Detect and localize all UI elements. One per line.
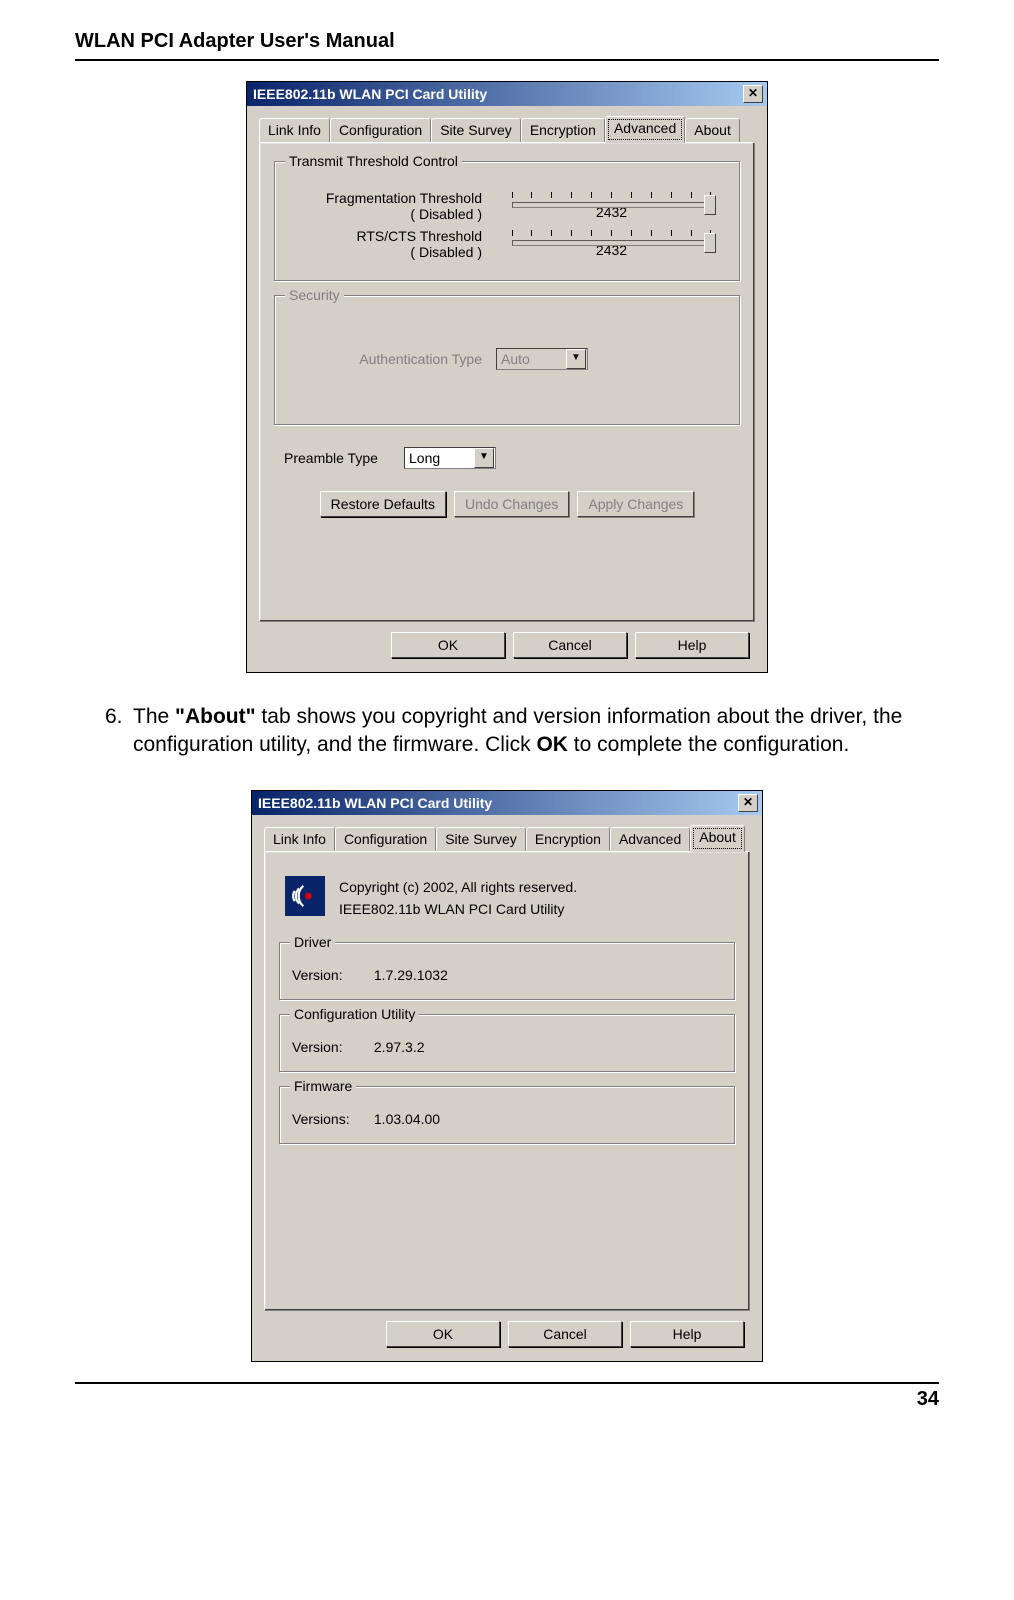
driver-group: Driver Version: 1.7.29.1032 — [279, 942, 735, 1000]
driver-version-label: Version: — [292, 967, 370, 983]
footer-rule — [75, 1382, 939, 1384]
tab-advanced[interactable]: Advanced — [610, 827, 690, 854]
cancel-button[interactable]: Cancel — [508, 1321, 622, 1347]
config-version-value: 2.97.3.2 — [374, 1039, 425, 1055]
security-group: Security Authentication Type Auto ▼ — [274, 295, 740, 425]
config-group-label: Configuration Utility — [290, 1006, 419, 1022]
about-dialog: IEEE802.11b WLAN PCI Card Utility ✕ Link… — [251, 790, 763, 1362]
tab-advanced[interactable]: Advanced — [605, 116, 685, 143]
close-icon[interactable]: ✕ — [738, 794, 758, 812]
slider-thumb-icon[interactable] — [704, 195, 716, 215]
tab-encryption[interactable]: Encryption — [521, 118, 605, 145]
fragmentation-label: Fragmentation Threshold ( Disabled ) — [287, 190, 496, 222]
dialog-title: IEEE802.11b WLAN PCI Card Utility — [253, 86, 487, 102]
slider-thumb-icon[interactable] — [704, 233, 716, 253]
rts-label: RTS/CTS Threshold ( Disabled ) — [287, 228, 496, 260]
page-number: 34 — [75, 1388, 939, 1431]
firmware-group-label: Firmware — [290, 1078, 356, 1094]
tab-configuration[interactable]: Configuration — [335, 827, 436, 854]
undo-changes-button: Undo Changes — [454, 491, 569, 517]
titlebar: IEEE802.11b WLAN PCI Card Utility ✕ — [252, 791, 762, 815]
ok-button[interactable]: OK — [386, 1321, 500, 1347]
tab-site-survey[interactable]: Site Survey — [431, 118, 521, 145]
firmware-group: Firmware Versions: 1.03.04.00 — [279, 1086, 735, 1144]
header-rule — [75, 59, 939, 61]
driver-group-label: Driver — [290, 934, 335, 950]
ok-button[interactable]: OK — [391, 632, 505, 658]
tab-about[interactable]: About — [690, 825, 745, 852]
fragmentation-slider[interactable] — [512, 192, 712, 200]
tabs: Link Info Configuration Site Survey Encr… — [264, 825, 750, 852]
tab-link-info[interactable]: Link Info — [259, 118, 330, 145]
restore-defaults-button[interactable]: Restore Defaults — [320, 491, 446, 517]
transmit-group-label: Transmit Threshold Control — [285, 153, 462, 169]
firmware-version-value: 1.03.04.00 — [374, 1111, 440, 1127]
help-button[interactable]: Help — [630, 1321, 744, 1347]
tab-about[interactable]: About — [685, 118, 740, 145]
apply-changes-button: Apply Changes — [577, 491, 694, 517]
firmware-version-label: Versions: — [292, 1111, 370, 1127]
help-button[interactable]: Help — [635, 632, 749, 658]
auth-type-label: Authentication Type — [287, 351, 496, 367]
preamble-label: Preamble Type — [274, 450, 404, 466]
chevron-down-icon: ▼ — [566, 349, 586, 369]
driver-version-value: 1.7.29.1032 — [374, 967, 448, 983]
tab-encryption[interactable]: Encryption — [526, 827, 610, 854]
security-group-label: Security — [285, 287, 344, 303]
tab-site-survey[interactable]: Site Survey — [436, 827, 526, 854]
app-name-text: IEEE802.11b WLAN PCI Card Utility — [339, 898, 577, 920]
tab-link-info[interactable]: Link Info — [264, 827, 335, 854]
titlebar: IEEE802.11b WLAN PCI Card Utility ✕ — [247, 82, 767, 106]
cancel-button[interactable]: Cancel — [513, 632, 627, 658]
config-version-label: Version: — [292, 1039, 370, 1055]
tabs: Link Info Configuration Site Survey Encr… — [259, 116, 755, 143]
dialog-title: IEEE802.11b WLAN PCI Card Utility — [258, 795, 492, 811]
app-icon — [285, 876, 325, 916]
advanced-dialog: IEEE802.11b WLAN PCI Card Utility ✕ Link… — [246, 81, 768, 673]
tab-configuration[interactable]: Configuration — [330, 118, 431, 145]
preamble-select[interactable]: Long ▼ — [404, 447, 496, 469]
rts-slider[interactable] — [512, 230, 712, 238]
config-utility-group: Configuration Utility Version: 2.97.3.2 — [279, 1014, 735, 1072]
transmit-threshold-group: Transmit Threshold Control Fragmentation… — [274, 161, 740, 281]
auth-type-select: Auto ▼ — [496, 348, 588, 370]
step-6-text: 6.The "About" tab shows you copyright an… — [105, 703, 939, 760]
chevron-down-icon[interactable]: ▼ — [474, 448, 494, 468]
copyright-text: Copyright (c) 2002, All rights reserved. — [339, 876, 577, 898]
page-header: WLAN PCI Adapter User's Manual — [75, 30, 939, 53]
close-icon[interactable]: ✕ — [743, 85, 763, 103]
